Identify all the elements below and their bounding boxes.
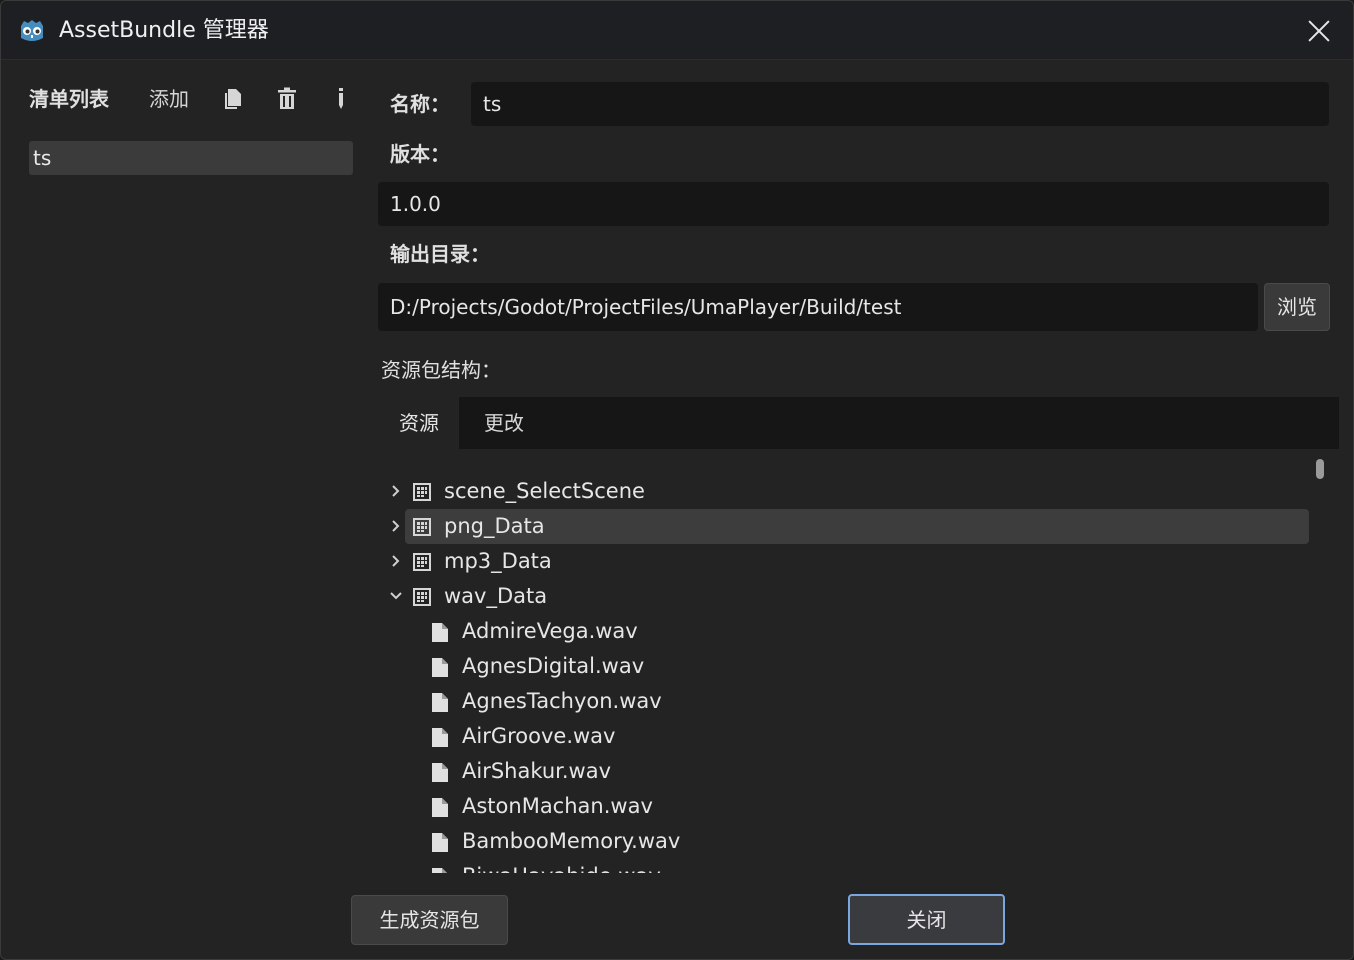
grid-icon [413,518,431,536]
file-icon [432,763,448,782]
name-label: 名称： [390,92,450,116]
tree-file-label: AirShakur.wav [462,759,612,783]
file-icon [432,833,448,852]
output-dir-input[interactable]: D:/Projects/Godot/ProjectFiles/UmaPlayer… [378,283,1258,331]
tree-group-row[interactable]: mp3_Data [392,544,1309,579]
file-icon [432,658,448,677]
title-bar: AssetBundle 管理器 [1,1,1353,60]
tree-file-label: AstonMachan.wav [462,794,653,818]
tab-changes[interactable]: 更改 [459,397,549,449]
add-button[interactable]: 添加 [149,86,189,112]
tree-file-row[interactable]: AirShakur.wav [431,754,1309,789]
output-dir-label: 输出目录： [390,242,490,266]
bundle-tree: scene_SelectScene png_Data mp3_Data wav_… [379,453,1339,873]
rename-pencil-icon[interactable] [336,87,346,111]
godot-logo-icon [21,20,43,41]
tree-file-row[interactable]: AgnesDigital.wav [431,649,1309,684]
tree-group-label: mp3_Data [444,549,552,573]
copy-icon[interactable] [223,87,243,111]
close-button[interactable]: 关闭 [848,894,1005,945]
tab-bar: 资源 更改 [379,397,1339,449]
tree-file-label: BambooMemory.wav [462,829,681,853]
trash-icon[interactable] [277,87,297,111]
tree-group-row[interactable]: scene_SelectScene [392,474,1309,509]
tree-file-label: AgnesTachyon.wav [462,689,662,713]
file-icon [432,728,448,747]
tree-file-label: AdmireVega.wav [462,619,638,643]
tree-group-row-expanded[interactable]: wav_Data [390,579,1309,614]
file-icon [432,693,448,712]
close-icon[interactable] [1305,17,1333,45]
chevron-right-icon[interactable] [387,517,405,535]
file-icon [432,868,447,873]
file-icon [432,623,448,642]
chevron-right-icon[interactable] [387,552,405,570]
tree-file-row[interactable]: AgnesTachyon.wav [431,684,1309,719]
grid-icon [413,588,431,606]
manifest-list-heading: 清单列表 [29,87,109,111]
tree-file-label: AgnesDigital.wav [462,654,645,678]
grid-icon [413,483,431,501]
tree-file-row[interactable]: AirGroove.wav [431,719,1309,754]
tree-file-row[interactable]: BiwaHayahide.wav [431,859,1309,873]
window-title: AssetBundle 管理器 [59,18,269,43]
manifest-item-label: ts [33,146,52,170]
tree-group-label: png_Data [444,514,545,538]
tab-resources[interactable]: 资源 [379,397,459,449]
tree-file-row[interactable]: AdmireVega.wav [431,614,1309,649]
manifest-list-item[interactable]: ts [29,141,353,175]
browse-button[interactable]: 浏览 [1264,283,1330,331]
tree-group-row-selected[interactable]: png_Data [392,509,1309,544]
version-label: 版本： [390,142,450,166]
build-bundle-button[interactable]: 生成资源包 [351,895,508,945]
name-input[interactable]: ts [471,82,1329,126]
tree-file-label: BiwaHayahide.wav [462,863,661,873]
version-input[interactable]: 1.0.0 [378,182,1329,226]
bundle-structure-label: 资源包结构： [381,358,501,382]
tree-scrollbar[interactable] [1316,459,1324,479]
tree-file-label: AirGroove.wav [462,724,616,748]
chevron-down-icon[interactable] [387,587,405,605]
tree-group-label: scene_SelectScene [444,479,645,503]
tree-file-row[interactable]: BambooMemory.wav [431,824,1309,859]
chevron-right-icon[interactable] [387,482,405,500]
tree-file-row[interactable]: AstonMachan.wav [431,789,1309,824]
grid-icon [413,553,431,571]
assetbundle-manager-window: AssetBundle 管理器 清单列表 添加 ts 名称： ts 版本： 1.… [0,0,1354,960]
tree-group-label: wav_Data [444,584,548,608]
file-icon [432,798,448,817]
